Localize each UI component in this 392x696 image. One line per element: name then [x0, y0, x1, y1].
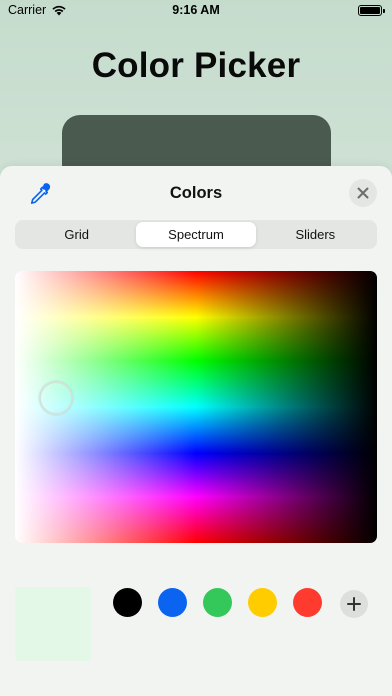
- tab-sliders[interactable]: Sliders: [256, 222, 375, 247]
- preset-color-red[interactable]: [293, 588, 322, 617]
- preset-colors: [113, 588, 322, 617]
- color-picker-sheet: Colors Grid Spectrum Sliders: [0, 166, 392, 696]
- status-time: 9:16 AM: [172, 3, 220, 17]
- close-icon: [357, 187, 369, 199]
- battery-icon: [358, 5, 385, 16]
- status-bar: Carrier 9:16 AM: [0, 0, 392, 22]
- add-color-button[interactable]: [340, 590, 368, 618]
- current-color-swatch: [15, 587, 91, 661]
- preset-color-blue[interactable]: [158, 588, 187, 617]
- mode-segmented-control: Grid Spectrum Sliders: [15, 220, 377, 249]
- tab-grid[interactable]: Grid: [17, 222, 136, 247]
- sheet-title: Colors: [169, 184, 223, 202]
- spectrum-selection-handle[interactable]: [39, 381, 73, 415]
- plus-icon: [347, 597, 361, 611]
- tab-spectrum[interactable]: Spectrum: [136, 222, 256, 247]
- preset-color-green[interactable]: [203, 588, 232, 617]
- close-button[interactable]: [349, 179, 377, 207]
- preset-color-black[interactable]: [113, 588, 142, 617]
- preset-color-yellow[interactable]: [248, 588, 277, 617]
- page-title: Color Picker: [91, 46, 301, 85]
